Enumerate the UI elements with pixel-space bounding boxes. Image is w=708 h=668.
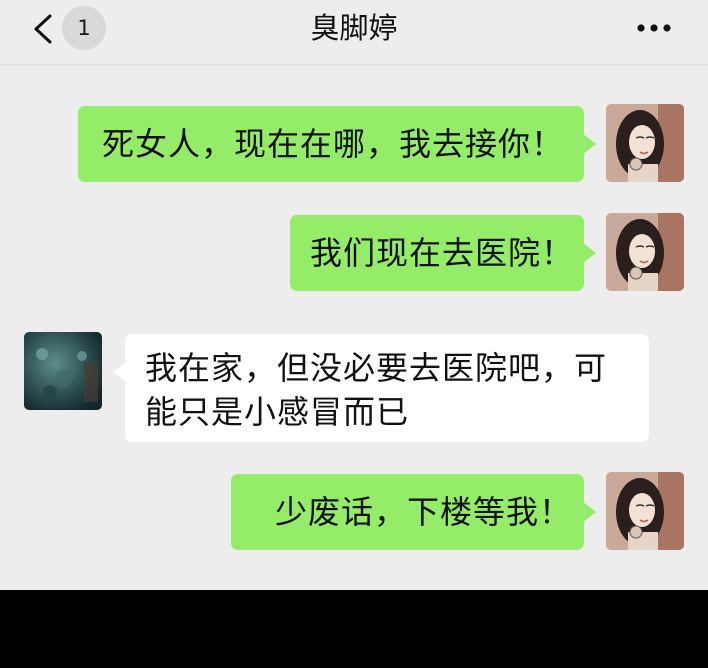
woman-portrait-avatar[interactable]: [606, 104, 684, 182]
message-bubble-outgoing[interactable]: 死女人，现在在哪，我去接你！: [78, 106, 596, 182]
message-bubble-outgoing[interactable]: 少废话，下楼等我！: [231, 474, 596, 550]
dark-teal-avatar[interactable]: [24, 332, 102, 410]
woman-portrait-avatar[interactable]: [606, 213, 684, 291]
bubble-tail: [583, 243, 596, 263]
bubble-tail: [583, 502, 596, 522]
message-text: 死女人，现在在哪，我去接你！: [102, 125, 565, 163]
chat-screen: 1 臭脚婷 死女人，现在在哪，我去接你！ 我们现在去医院！ 我在家，但没必要去医…: [0, 0, 708, 590]
message-text: 我在家，但没必要去医院吧，可能只是小感冒而已: [145, 349, 608, 431]
chat-title: 臭脚婷: [310, 11, 398, 45]
message-bubble-incoming[interactable]: 我在家，但没必要去医院吧，可能只是小感冒而已: [113, 334, 649, 442]
more-dots-icon[interactable]: [634, 20, 674, 36]
woman-portrait-avatar[interactable]: [606, 472, 684, 550]
message-text: 我们现在去医院！: [310, 234, 575, 272]
black-letterbox-bar: [0, 590, 708, 668]
message-text: 少废话，下楼等我！: [275, 493, 573, 531]
message-bubble-outgoing[interactable]: 我们现在去医院！: [290, 215, 596, 291]
bubble-tail: [113, 362, 126, 382]
bubble-tail: [583, 134, 596, 154]
chat-header: 1 臭脚婷: [0, 0, 708, 62]
unread-count-badge[interactable]: 1: [62, 6, 106, 50]
chevron-left-icon[interactable]: [30, 14, 56, 44]
header-divider: [0, 64, 708, 66]
